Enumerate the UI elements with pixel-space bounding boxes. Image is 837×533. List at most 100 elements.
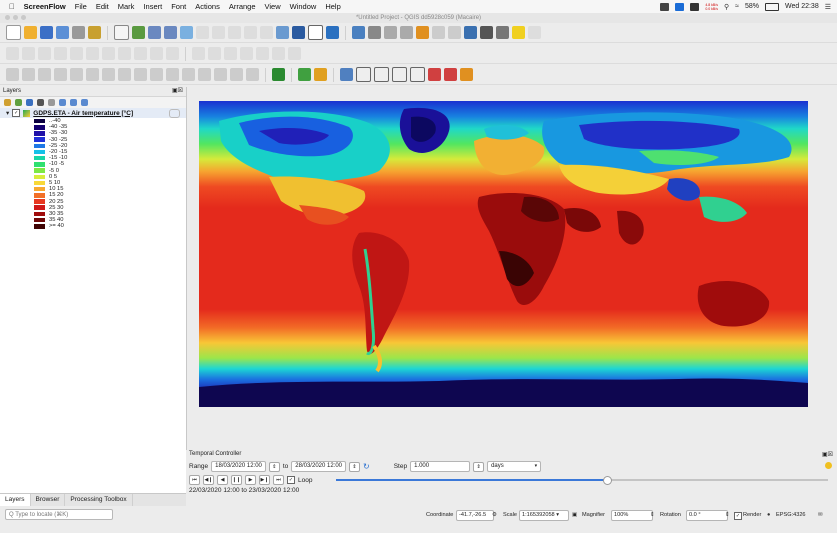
- statistics-icon[interactable]: [448, 26, 461, 39]
- pan-to-selection-icon[interactable]: [132, 26, 145, 39]
- open-project-icon[interactable]: [24, 26, 37, 39]
- zoom-layer-icon[interactable]: [212, 26, 225, 39]
- heatmap-icon[interactable]: [460, 68, 473, 81]
- save-edits-icon[interactable]: [38, 47, 51, 60]
- search-icon[interactable]: ⚲: [724, 3, 729, 11]
- measure-icon[interactable]: [496, 26, 509, 39]
- move-label-icon[interactable]: [256, 47, 269, 60]
- dropbox-icon[interactable]: [675, 2, 685, 11]
- collapse-all-icon[interactable]: [70, 99, 77, 106]
- range-start-input[interactable]: 18/03/2020 12:00: [211, 461, 266, 472]
- app-menu[interactable]: ScreenFlow: [24, 2, 66, 11]
- offset-curve-icon[interactable]: [166, 68, 179, 81]
- identify-icon[interactable]: [352, 26, 365, 39]
- simplify-icon[interactable]: [54, 68, 67, 81]
- change-label-icon[interactable]: [288, 47, 301, 60]
- annotation-icon[interactable]: [512, 26, 525, 39]
- deselect-icon[interactable]: [400, 26, 413, 39]
- docs-icon[interactable]: [690, 2, 700, 11]
- delete-part-icon[interactable]: [134, 68, 147, 81]
- filter-icon[interactable]: [37, 99, 44, 106]
- menu-insert[interactable]: Insert: [143, 2, 162, 11]
- zoom-selection-icon[interactable]: [196, 26, 209, 39]
- collapse-arrow-icon[interactable]: ▾: [6, 109, 9, 117]
- refresh-range-icon[interactable]: ↻: [363, 462, 370, 471]
- control-center-icon[interactable]: ☰: [825, 3, 831, 11]
- close-button[interactable]: [5, 15, 10, 20]
- step-input[interactable]: 1.000: [410, 461, 471, 472]
- pause-button[interactable]: ❙❙: [231, 475, 242, 485]
- raster-calc-icon[interactable]: [444, 68, 457, 81]
- split-features-icon[interactable]: [182, 68, 195, 81]
- delete-icon[interactable]: [86, 47, 99, 60]
- clock[interactable]: Wed 22:38: [785, 3, 819, 10]
- pan-icon[interactable]: [114, 25, 129, 40]
- zoom-last-icon[interactable]: [244, 26, 257, 39]
- toggle-edit-icon[interactable]: [22, 47, 35, 60]
- step-forward-button[interactable]: ▶❙: [259, 475, 270, 485]
- style-manager-icon[interactable]: [88, 26, 101, 39]
- merge-attributes-icon[interactable]: [230, 68, 243, 81]
- vertex-tool-icon[interactable]: [70, 47, 83, 60]
- split-parts-icon[interactable]: [198, 68, 211, 81]
- coordinate-input[interactable]: -41.7,-26.5: [456, 510, 494, 521]
- redo-icon[interactable]: [166, 47, 179, 60]
- style-layer-icon[interactable]: [4, 99, 11, 106]
- processing-icon[interactable]: [464, 26, 477, 39]
- plugin-b-icon[interactable]: [314, 68, 327, 81]
- expand-all-icon[interactable]: [59, 99, 66, 106]
- rotation-input[interactable]: 0.0 °: [686, 510, 728, 521]
- locator-search-input[interactable]: Q Type to locate (⌘K): [5, 509, 113, 520]
- menu-edit[interactable]: Edit: [96, 2, 109, 11]
- python-console-icon[interactable]: [272, 68, 285, 81]
- select-features-icon[interactable]: [384, 26, 397, 39]
- label-style-icon[interactable]: [208, 47, 221, 60]
- tab-browser[interactable]: Browser: [31, 494, 66, 506]
- fast-forward-button[interactable]: ⏭: [273, 475, 284, 485]
- minimize-button[interactable]: [13, 15, 18, 20]
- label-icon[interactable]: [192, 47, 205, 60]
- add-ring-icon[interactable]: [70, 68, 83, 81]
- cut-icon[interactable]: [102, 47, 115, 60]
- toggle-extents-icon[interactable]: ⚙: [492, 511, 497, 520]
- rotate-symbols-icon[interactable]: [246, 68, 259, 81]
- time-slider[interactable]: [336, 476, 828, 485]
- field-calculator-icon[interactable]: [416, 26, 429, 39]
- play-button[interactable]: ▶: [245, 475, 256, 485]
- settings-icon[interactable]: [825, 462, 832, 469]
- zoom-in-icon[interactable]: [148, 26, 161, 39]
- rotate-label-icon[interactable]: [272, 47, 285, 60]
- tab-processing-toolbox[interactable]: Processing Toolbox: [65, 494, 133, 506]
- paste-icon[interactable]: [134, 47, 147, 60]
- oval-icon[interactable]: [392, 67, 407, 82]
- rotate-feature-icon[interactable]: [38, 68, 51, 81]
- merge-icon[interactable]: [214, 68, 227, 81]
- text-annotation-icon[interactable]: [528, 26, 541, 39]
- bookmarks-icon[interactable]: [276, 26, 289, 39]
- range-end-input[interactable]: 28/03/2020 12:00: [291, 461, 347, 472]
- menu-view[interactable]: View: [265, 2, 281, 11]
- zoom-button[interactable]: [21, 15, 26, 20]
- add-group-icon[interactable]: [15, 99, 22, 106]
- add-part-icon[interactable]: [86, 68, 99, 81]
- menu-file[interactable]: File: [75, 2, 87, 11]
- new-project-icon[interactable]: [6, 25, 21, 40]
- render-checkbox[interactable]: ✓: [734, 512, 742, 520]
- zoom-full-icon[interactable]: [180, 26, 193, 39]
- layer-name[interactable]: GDPS.ETA - Air temperature [°C]: [33, 110, 133, 117]
- plugin-a-icon[interactable]: [298, 68, 311, 81]
- attributes-icon[interactable]: [432, 26, 445, 39]
- new-map-view-icon[interactable]: [292, 26, 305, 39]
- temporal-close-icon[interactable]: ▣☒: [822, 451, 833, 458]
- map-canvas[interactable]: [199, 101, 808, 407]
- zoom-native-icon[interactable]: [228, 26, 241, 39]
- globe-icon[interactable]: ●: [767, 511, 770, 520]
- delete-ring-icon[interactable]: [118, 68, 131, 81]
- print-layout-icon[interactable]: [72, 26, 85, 39]
- filter-map-icon[interactable]: [48, 99, 55, 106]
- reshape-icon[interactable]: [150, 68, 163, 81]
- menu-actions[interactable]: Actions: [195, 2, 220, 11]
- sum-icon[interactable]: [480, 26, 493, 39]
- menu-window[interactable]: Window: [290, 2, 317, 11]
- step-unit-select[interactable]: days ▾: [487, 461, 542, 472]
